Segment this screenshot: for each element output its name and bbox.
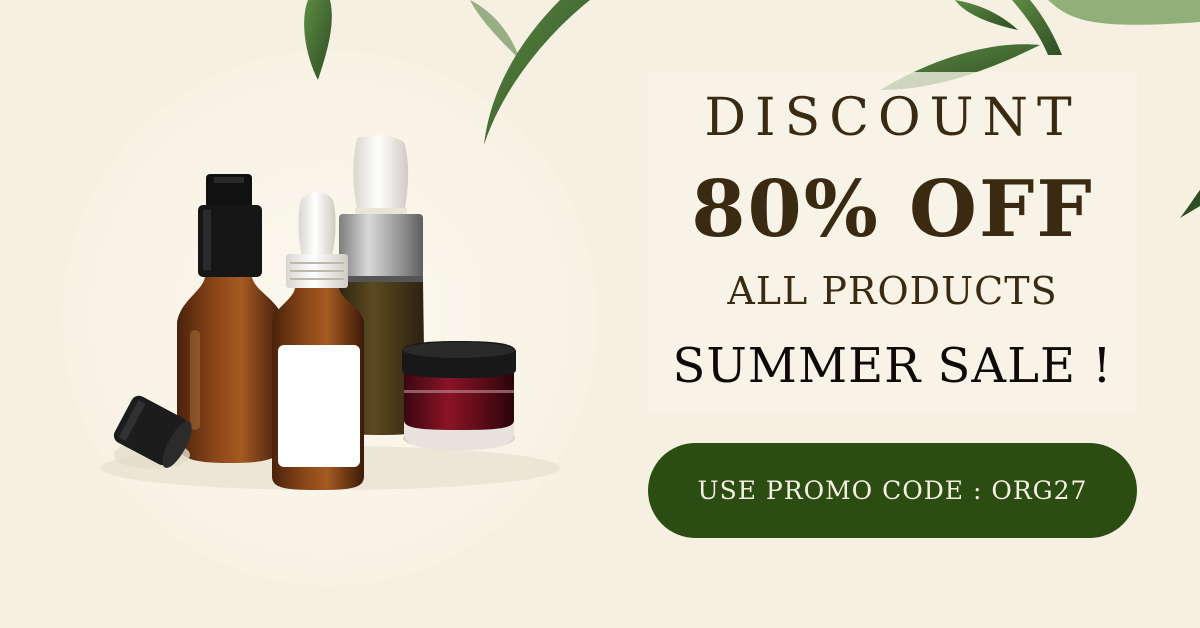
offer-scope: ALL PRODUCTS	[727, 269, 1058, 313]
discount-heading: DISCOUNT	[704, 88, 1081, 148]
red-cosmetic-jar	[402, 341, 516, 450]
offer-percentage: 80% OFF	[691, 164, 1094, 255]
sale-event-title: SUMMER SALE !	[672, 338, 1113, 394]
offer-panel: DISCOUNT 80% OFF ALL PRODUCTS SUMMER SAL…	[648, 72, 1137, 412]
promo-code-button[interactable]: USE PROMO CODE : ORG27	[648, 443, 1137, 538]
